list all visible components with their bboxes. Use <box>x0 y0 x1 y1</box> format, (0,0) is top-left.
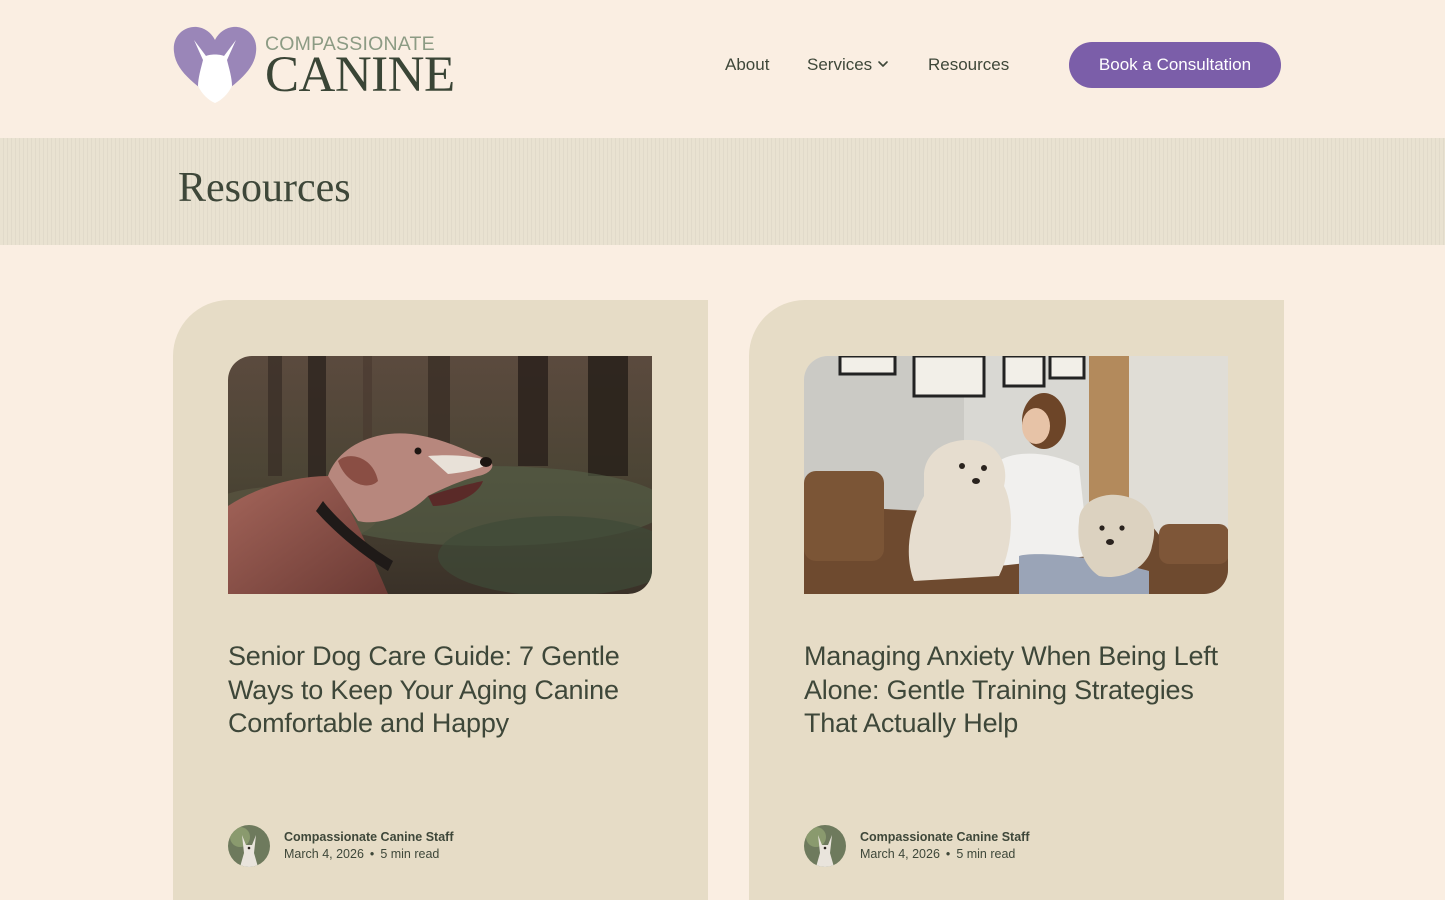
nav-resources-label: Resources <box>928 55 1010 74</box>
article-image-senior-dog[interactable] <box>228 356 652 594</box>
heart-dog-logo-icon <box>173 26 257 103</box>
logo-text-canine: CANINE <box>265 47 455 103</box>
author-avatar <box>228 825 270 867</box>
meta-separator: • <box>945 847 951 861</box>
nav-resources[interactable]: Resources <box>928 54 1009 76</box>
book-consultation-button[interactable]: Book a Consultation <box>1069 42 1281 88</box>
woman-with-dogs-photo <box>804 356 1228 594</box>
article-author[interactable]: Compassionate Canine Staff <box>860 830 1029 844</box>
page-title-band: Resources <box>0 138 1445 245</box>
page-title: Resources <box>178 165 351 211</box>
article-card[interactable]: Senior Dog Care Guide: 7 Gentle Ways to … <box>173 300 708 900</box>
chevron-down-icon <box>878 61 888 67</box>
site-logo[interactable]: COMPASSIONATE CANINE <box>172 26 455 106</box>
nav-about[interactable]: About <box>725 54 769 76</box>
author-avatar-photo <box>228 825 270 867</box>
article-date: March 4, 2026 <box>860 847 940 861</box>
meta-separator: • <box>369 847 375 861</box>
article-author[interactable]: Compassionate Canine Staff <box>284 830 453 844</box>
nav-services-label: Services <box>807 55 873 74</box>
article-date-readtime: March 4, 2026 • 5 min read <box>860 847 1015 861</box>
article-date-readtime: March 4, 2026 • 5 min read <box>284 847 439 861</box>
site-header: COMPASSIONATE CANINE About Services Reso… <box>0 0 1445 138</box>
article-title[interactable]: Managing Anxiety When Being Left Alone: … <box>804 640 1244 741</box>
author-avatar <box>804 825 846 867</box>
author-avatar-photo <box>804 825 846 867</box>
nav-services[interactable]: Services <box>807 54 890 76</box>
article-card[interactable]: Managing Anxiety When Being Left Alone: … <box>749 300 1284 900</box>
article-date: March 4, 2026 <box>284 847 364 861</box>
article-meta: Compassionate Canine Staff March 4, 2026… <box>228 825 668 869</box>
article-read-time: 5 min read <box>380 847 440 861</box>
article-meta: Compassionate Canine Staff March 4, 2026… <box>804 825 1244 869</box>
article-title[interactable]: Senior Dog Care Guide: 7 Gentle Ways to … <box>228 640 668 741</box>
senior-dog-photo <box>228 356 652 594</box>
article-read-time: 5 min read <box>956 847 1016 861</box>
article-image-anxiety[interactable] <box>804 356 1228 594</box>
nav-about-label: About <box>725 55 770 74</box>
